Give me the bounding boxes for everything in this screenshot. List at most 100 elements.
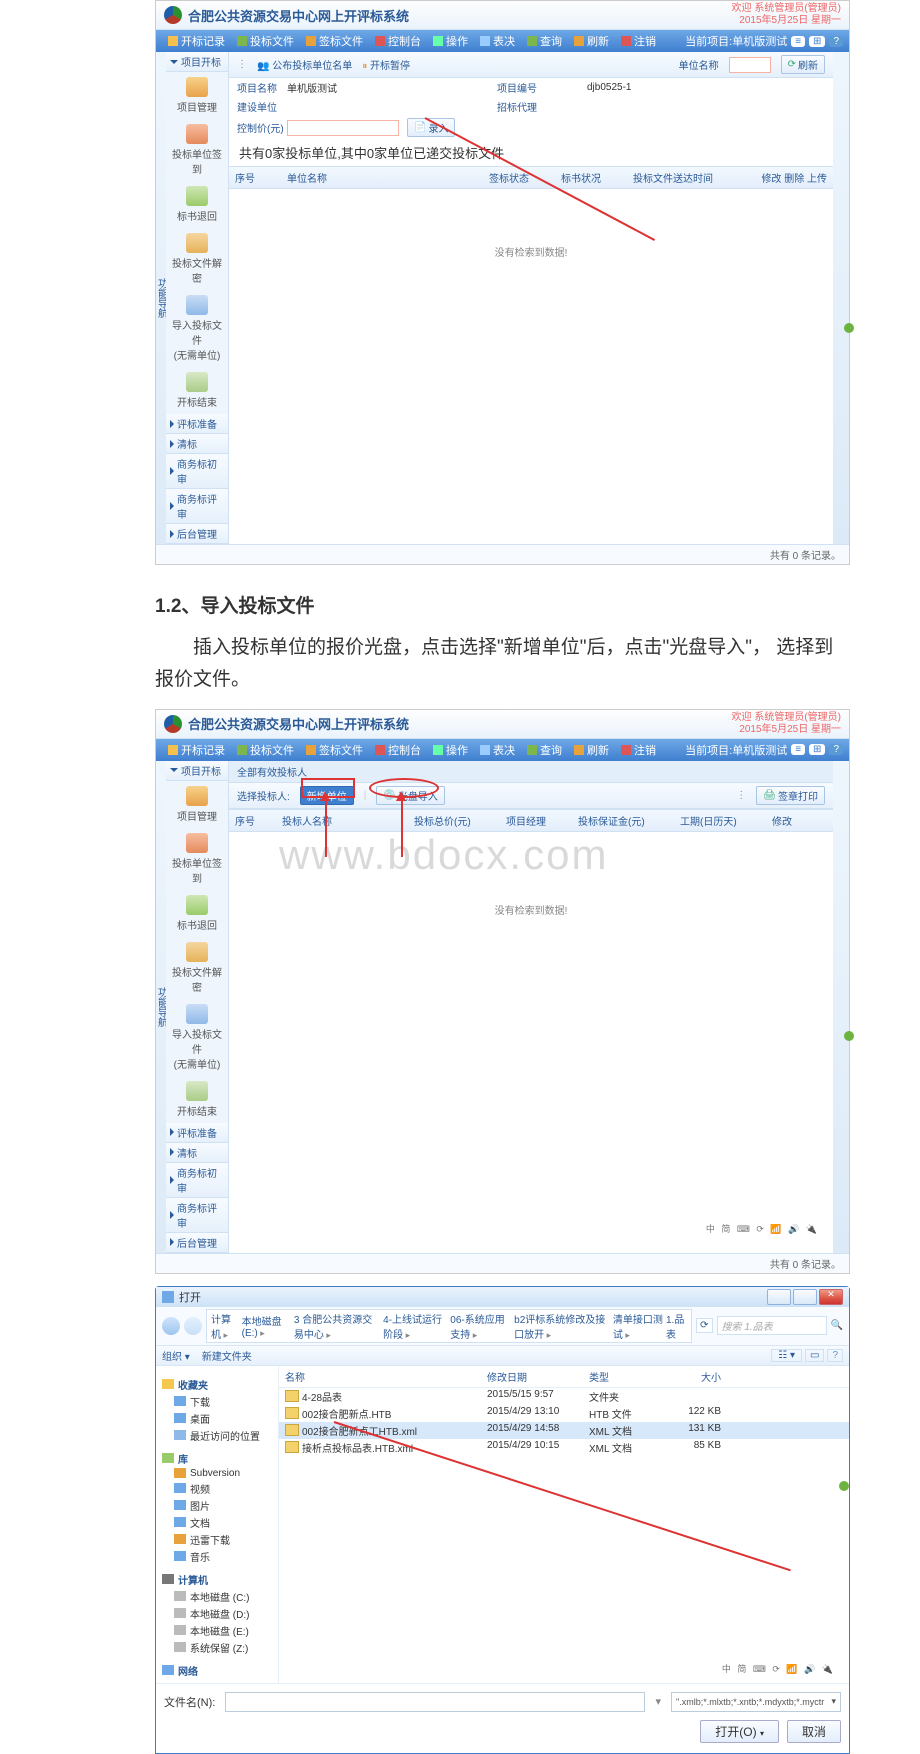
menu-bid-docs[interactable]: 投标文件 <box>231 742 300 758</box>
close-button[interactable] <box>819 1289 843 1305</box>
new-folder-button[interactable]: 新建文件夹 <box>202 1348 252 1363</box>
col-size[interactable]: 大小 <box>655 1369 727 1384</box>
section-backend[interactable]: 后台管理 <box>166 1233 228 1253</box>
tree-disk-d[interactable]: 本地磁盘 (D:) <box>162 1605 272 1622</box>
toolbar-pause[interactable]: ⏸ 开标暂停 <box>362 57 410 72</box>
side-proj-mgmt[interactable]: 项目管理 <box>166 781 228 828</box>
menu-operate[interactable]: 操作 <box>427 742 474 758</box>
menu-sign-docs[interactable]: 签标文件 <box>300 742 369 758</box>
refresh-nav-button[interactable]: ⟳ <box>696 1318 712 1333</box>
tree-library[interactable]: 库 <box>162 1450 272 1467</box>
section-open-bid[interactable]: 项目开标 <box>166 52 228 72</box>
menu-logout[interactable]: 注销 <box>615 33 662 49</box>
org-menu[interactable]: 组织 ▾ <box>162 1348 190 1363</box>
menu-log[interactable]: 开标记录 <box>162 33 231 49</box>
menu-chat[interactable]: 表决 <box>474 33 521 49</box>
breadcrumb-segment[interactable]: b2评标系统修改及接口放开 <box>514 1311 610 1341</box>
menu-operate[interactable]: 操作 <box>427 33 474 49</box>
tree-recent[interactable]: 最近访问的位置 <box>162 1427 272 1444</box>
file-row[interactable]: 4-28品表2015/5/15 9:57文件夹 <box>279 1388 849 1405</box>
section-backend[interactable]: 后台管理 <box>166 524 228 544</box>
section-biz-review[interactable]: 商务标评审 <box>166 489 228 524</box>
section-review-prep[interactable]: 评标准备 <box>166 414 228 434</box>
side-doc-return[interactable]: 标书退回 <box>166 181 228 228</box>
tree-pic[interactable]: 图片 <box>162 1497 272 1514</box>
tree-svn[interactable]: Subversion <box>162 1467 272 1480</box>
col-name[interactable]: 名称 <box>279 1369 481 1384</box>
search-go-icon[interactable]: 🔍 <box>831 1320 843 1331</box>
side-open-result[interactable]: 开标结束 <box>166 1076 228 1123</box>
side-proj-mgmt[interactable]: 项目管理 <box>166 72 228 119</box>
help-button[interactable]: ? <box>827 1349 843 1362</box>
tree-downloads[interactable]: 下载 <box>162 1393 272 1410</box>
maximize-button[interactable] <box>793 1289 817 1305</box>
breadcrumb-segment[interactable]: 1.品表 <box>666 1311 687 1341</box>
tree-thunder[interactable]: 迅雷下载 <box>162 1531 272 1548</box>
tree-disk-e[interactable]: 本地磁盘 (E:) <box>162 1622 272 1639</box>
view-options-button[interactable]: ☷ ▾ <box>771 1349 802 1362</box>
file-row[interactable]: 接析点投标品表.HTB.xml2015/4/29 10:15XML 文档85 K… <box>279 1439 849 1456</box>
ctrl-price-input[interactable] <box>287 120 399 136</box>
side-doc-decrypt[interactable]: 投标文件解密 <box>166 937 228 999</box>
breadcrumb-segment[interactable]: 4-上线试运行阶段 <box>383 1311 447 1341</box>
side-unit-signin[interactable]: 投标单位签到 <box>166 828 228 890</box>
menu-control[interactable]: 控制台 <box>369 33 427 49</box>
menu-log[interactable]: 开标记录 <box>162 742 231 758</box>
breadcrumb-segment[interactable]: 06-系统应用支持 <box>450 1311 511 1341</box>
filename-input[interactable] <box>225 1692 645 1712</box>
file-type-filter[interactable]: ".xmlb;*.mlxtb;*.xntb;*.mdyxtb;*.myctr▾ <box>671 1692 841 1712</box>
cancel-button[interactable]: 取消 <box>787 1720 841 1743</box>
tree-music[interactable]: 音乐 <box>162 1548 272 1565</box>
menu-bid-docs[interactable]: 投标文件 <box>231 33 300 49</box>
open-button[interactable]: 打开(O) ▾ <box>700 1720 779 1743</box>
side-open-result[interactable]: 开标结束 <box>166 367 228 414</box>
section-biz-pre[interactable]: 商务标初审 <box>166 454 228 489</box>
menu-control[interactable]: 控制台 <box>369 742 427 758</box>
toolbar-list[interactable]: 👥 公布投标单位名单 <box>257 57 352 72</box>
back-button[interactable] <box>162 1317 180 1335</box>
menu-sign-docs[interactable]: 签标文件 <box>300 33 369 49</box>
breadcrumb-segment[interactable]: 清单接口测试 <box>613 1311 663 1341</box>
side-import-no-unit[interactable]: 导入投标文件(无需单位) <box>166 290 228 367</box>
file-row[interactable]: 002接合肥新点.HTB2015/4/29 13:10HTB 文件122 KB <box>279 1405 849 1422</box>
menu-query[interactable]: 查询 <box>521 742 568 758</box>
tree-computer[interactable]: 计算机 <box>162 1571 272 1588</box>
tree-doc[interactable]: 文档 <box>162 1514 272 1531</box>
menu-refresh[interactable]: 刷新 <box>568 33 615 49</box>
unit-name-input[interactable] <box>729 57 771 73</box>
col-date[interactable]: 修改日期 <box>481 1369 583 1384</box>
breadcrumb-segment[interactable]: 本地磁盘 (E:) <box>242 1313 291 1339</box>
forward-button[interactable] <box>184 1317 202 1335</box>
help-button-3[interactable]: ? <box>829 36 843 47</box>
help-button-1[interactable]: ≡ <box>791 744 805 755</box>
tree-network[interactable]: 网络 <box>162 1662 272 1679</box>
breadcrumb[interactable]: 计算机本地磁盘 (E:)3 合肥公共资源交易中心4-上线试运行阶段06-系统应用… <box>206 1309 692 1343</box>
tree-desktop[interactable]: 桌面 <box>162 1410 272 1427</box>
col-type[interactable]: 类型 <box>583 1369 655 1384</box>
preview-button[interactable]: ▭ <box>805 1349 824 1362</box>
tree-video[interactable]: 视频 <box>162 1480 272 1497</box>
help-button-2[interactable]: ⊞ <box>809 744 825 755</box>
minimize-button[interactable] <box>767 1289 791 1305</box>
section-review-prep[interactable]: 评标准备 <box>166 1123 228 1143</box>
menu-query[interactable]: 查询 <box>521 33 568 49</box>
side-doc-decrypt[interactable]: 投标文件解密 <box>166 228 228 290</box>
breadcrumb-segment[interactable]: 3 合肥公共资源交易中心 <box>294 1311 380 1341</box>
menu-logout[interactable]: 注销 <box>615 742 662 758</box>
section-clear[interactable]: 清标 <box>166 1143 228 1163</box>
help-button-2[interactable]: ⊞ <box>809 36 825 47</box>
tree-disk-c[interactable]: 本地磁盘 (C:) <box>162 1588 272 1605</box>
tree-favorites[interactable]: 收藏夹 <box>162 1376 272 1393</box>
menu-refresh[interactable]: 刷新 <box>568 742 615 758</box>
menu-chat[interactable]: 表决 <box>474 742 521 758</box>
section-clear[interactable]: 清标 <box>166 434 228 454</box>
tree-disk-z[interactable]: 系统保留 (Z:) <box>162 1639 272 1656</box>
breadcrumb-segment[interactable]: 计算机 <box>211 1311 239 1341</box>
side-doc-return[interactable]: 标书退回 <box>166 890 228 937</box>
refresh-button[interactable]: ⟳刷新 <box>781 55 825 74</box>
help-button-3[interactable]: ? <box>829 744 843 755</box>
side-unit-signin[interactable]: 投标单位签到 <box>166 119 228 181</box>
section-biz-pre[interactable]: 商务标初审 <box>166 1163 228 1198</box>
side-import-no-unit[interactable]: 导入投标文件(无需单位) <box>166 999 228 1076</box>
help-button-1[interactable]: ≡ <box>791 36 805 47</box>
